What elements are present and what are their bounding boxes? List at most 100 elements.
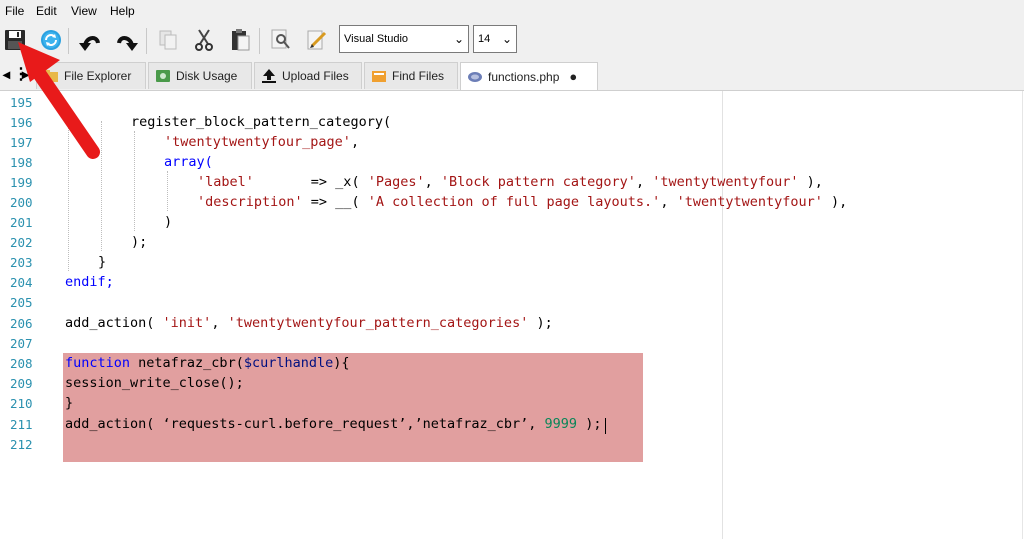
save-button[interactable] <box>0 24 30 56</box>
tab-label: Upload Files <box>282 69 349 83</box>
toolbar-separator <box>68 28 69 54</box>
code-line-198: array( <box>164 154 213 170</box>
redo-button[interactable] <box>112 24 142 56</box>
refresh-icon <box>41 30 61 50</box>
indent-guide <box>68 121 69 271</box>
chevron-down-icon: ⌄ <box>501 32 512 46</box>
refresh-button[interactable] <box>36 24 66 56</box>
code-text: netafraz_cbr( <box>130 355 244 371</box>
code-string: 'twentytwentyfour' <box>676 194 823 210</box>
code-line-197: 'twentytwentyfour_page', <box>164 134 359 150</box>
code-line-201: ) <box>164 214 173 230</box>
code-text: add_action( ‘requests-curl.before_reques… <box>65 416 545 432</box>
code-variable: $curlhandle <box>243 355 334 371</box>
editor-right-border <box>1022 91 1023 539</box>
code-text: => __( <box>302 194 368 210</box>
menu-bar: File Edit View Help <box>0 0 1024 22</box>
line-number: 205 <box>10 295 33 310</box>
tab-label: Disk Usage <box>176 69 238 83</box>
edit-icon <box>307 30 327 50</box>
code-line-203: } <box>98 254 107 270</box>
line-number: 207 <box>10 336 33 351</box>
text-caret <box>605 418 606 434</box>
tab-upload-files[interactable]: Upload Files <box>254 62 362 89</box>
copy-button[interactable] <box>153 24 183 56</box>
find-button[interactable] <box>266 24 296 56</box>
line-number: 197 <box>10 135 33 150</box>
undo-icon <box>79 36 100 51</box>
menu-view[interactable]: View <box>71 4 97 18</box>
line-number: 198 <box>10 155 33 170</box>
indent-guide <box>134 131 135 231</box>
code-string: 'twentytwentyfour' <box>652 174 799 190</box>
paste-button[interactable] <box>225 24 255 56</box>
line-number: 202 <box>10 235 33 250</box>
code-line-199: 'label' => _x( 'Pages', 'Block pattern c… <box>197 174 823 190</box>
line-number: 196 <box>10 115 33 130</box>
code-line-196: register_block_pattern_category( <box>131 114 392 130</box>
code-text: , <box>660 194 677 210</box>
folder-icon <box>43 68 59 84</box>
code-text: ); <box>577 416 602 432</box>
tab-functions-php[interactable]: functions.php ● <box>460 62 598 90</box>
code-string: 'description' <box>197 194 303 210</box>
undo-button[interactable] <box>75 24 105 56</box>
code-text: , <box>211 315 228 331</box>
toolbar-separator <box>146 28 147 54</box>
save-icon <box>5 30 25 50</box>
code-text: , <box>635 174 653 190</box>
code-line-210: } <box>65 395 74 411</box>
toolbar-separator <box>259 28 260 54</box>
line-number: 200 <box>10 195 33 210</box>
code-string: 'init' <box>162 315 212 331</box>
code-text: ), <box>798 174 823 190</box>
copy-icon <box>159 30 177 50</box>
tab-file-explorer[interactable]: File Explorer <box>36 62 146 89</box>
line-number: 209 <box>10 376 33 391</box>
line-number: 211 <box>10 417 33 432</box>
line-number: 195 <box>10 95 33 110</box>
code-line-202: ); <box>131 234 148 250</box>
code-text: ); <box>528 315 553 331</box>
line-number: 210 <box>10 396 33 411</box>
code-line-208: function netafraz_cbr($curlhandle){ <box>65 355 350 371</box>
theme-select[interactable]: Visual Studio ⌄ <box>339 25 469 53</box>
font-size-select-value: 14 <box>478 33 491 45</box>
tab-label: Find Files <box>392 69 445 83</box>
cut-button[interactable] <box>189 24 219 56</box>
tab-nav-left-icon[interactable]: ◂ <box>3 66 10 83</box>
code-editor[interactable]: 195 196 197 198 199 200 201 202 203 204 … <box>0 91 1024 539</box>
code-string: 'label' <box>197 174 254 190</box>
code-keyword: function <box>65 355 131 371</box>
menu-help[interactable]: Help <box>110 4 135 18</box>
paste-icon <box>232 29 250 51</box>
code-text: => _x( <box>253 174 368 190</box>
edit-button[interactable] <box>302 24 332 56</box>
line-number: 199 <box>10 175 33 190</box>
line-number: 206 <box>10 316 33 331</box>
line-number: 203 <box>10 255 33 270</box>
indent-guide <box>101 121 102 251</box>
code-line-206: add_action( 'init', 'twentytwentyfour_pa… <box>65 315 553 331</box>
code-keyword: endif; <box>65 274 114 290</box>
code-string: 'twentytwentyfour_pattern_categories' <box>227 315 529 331</box>
toolbar: Visual Studio ⌄ 14 ⌄ <box>0 22 1024 61</box>
tab-bar: ◂ ⋮ ▸ File Explorer Disk Usage Upload Fi… <box>0 60 1024 91</box>
menu-edit[interactable]: Edit <box>36 4 57 18</box>
font-size-select[interactable]: 14 ⌄ <box>473 25 517 53</box>
tab-nav-right-icon[interactable]: ▸ <box>22 66 29 83</box>
tab-find-files[interactable]: Find Files <box>364 62 458 89</box>
code-line-204: endif; <box>65 274 114 290</box>
code-line-200: 'description' => __( 'A collection of fu… <box>197 194 847 210</box>
code-string: 'Block pattern category' <box>440 174 636 190</box>
upload-icon <box>261 68 277 84</box>
tab-disk-usage[interactable]: Disk Usage <box>148 62 252 89</box>
chevron-down-icon: ⌄ <box>453 32 464 46</box>
code-text: add_action( <box>65 315 163 331</box>
indent-guide <box>167 171 168 211</box>
menu-file[interactable]: File <box>5 4 24 18</box>
code-string: 'Pages' <box>367 174 425 190</box>
find-icon <box>271 29 290 49</box>
print-margin-line <box>722 91 723 539</box>
code-text: , <box>424 174 441 190</box>
